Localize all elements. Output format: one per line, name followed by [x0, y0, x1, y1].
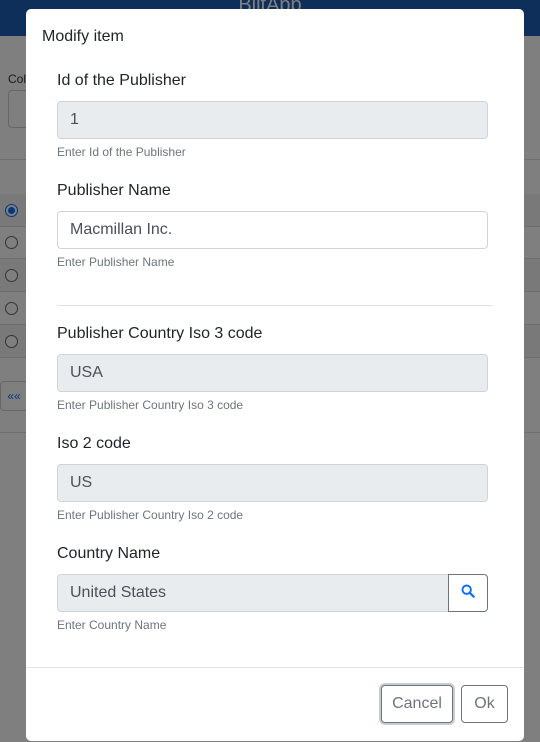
- modify-item-dialog: Modify item Id of the Publisher 1 Enter …: [26, 9, 524, 741]
- publisher-name-help: Enter Publisher Name: [57, 255, 175, 269]
- iso3-input[interactable]: USA: [57, 354, 488, 392]
- country-name-help: Enter Country Name: [57, 618, 167, 632]
- publisher-name-input[interactable]: Macmillan Inc.: [57, 211, 488, 249]
- country-search-button[interactable]: [448, 574, 488, 612]
- iso2-label: Iso 2 code: [57, 435, 131, 452]
- iso3-label: Publisher Country Iso 3 code: [57, 325, 263, 342]
- iso2-input[interactable]: US: [57, 464, 488, 502]
- publisher-id-input[interactable]: 1: [57, 101, 488, 139]
- dialog-title: Modify item: [42, 28, 124, 45]
- country-name-input[interactable]: United States: [57, 574, 449, 612]
- cancel-button[interactable]: Cancel: [381, 685, 453, 723]
- country-name-label: Country Name: [57, 545, 161, 562]
- publisher-name-label: Publisher Name: [57, 182, 171, 199]
- footer-divider: [26, 667, 524, 668]
- publisher-id-label: Id of the Publisher: [57, 72, 186, 89]
- ok-button[interactable]: Ok: [461, 685, 508, 723]
- iso2-help: Enter Publisher Country Iso 2 code: [57, 508, 244, 522]
- publisher-id-help: Enter Id of the Publisher: [57, 145, 186, 159]
- iso3-help: Enter Publisher Country Iso 3 code: [57, 398, 244, 412]
- section-divider: [57, 305, 493, 306]
- search-icon: [461, 584, 475, 603]
